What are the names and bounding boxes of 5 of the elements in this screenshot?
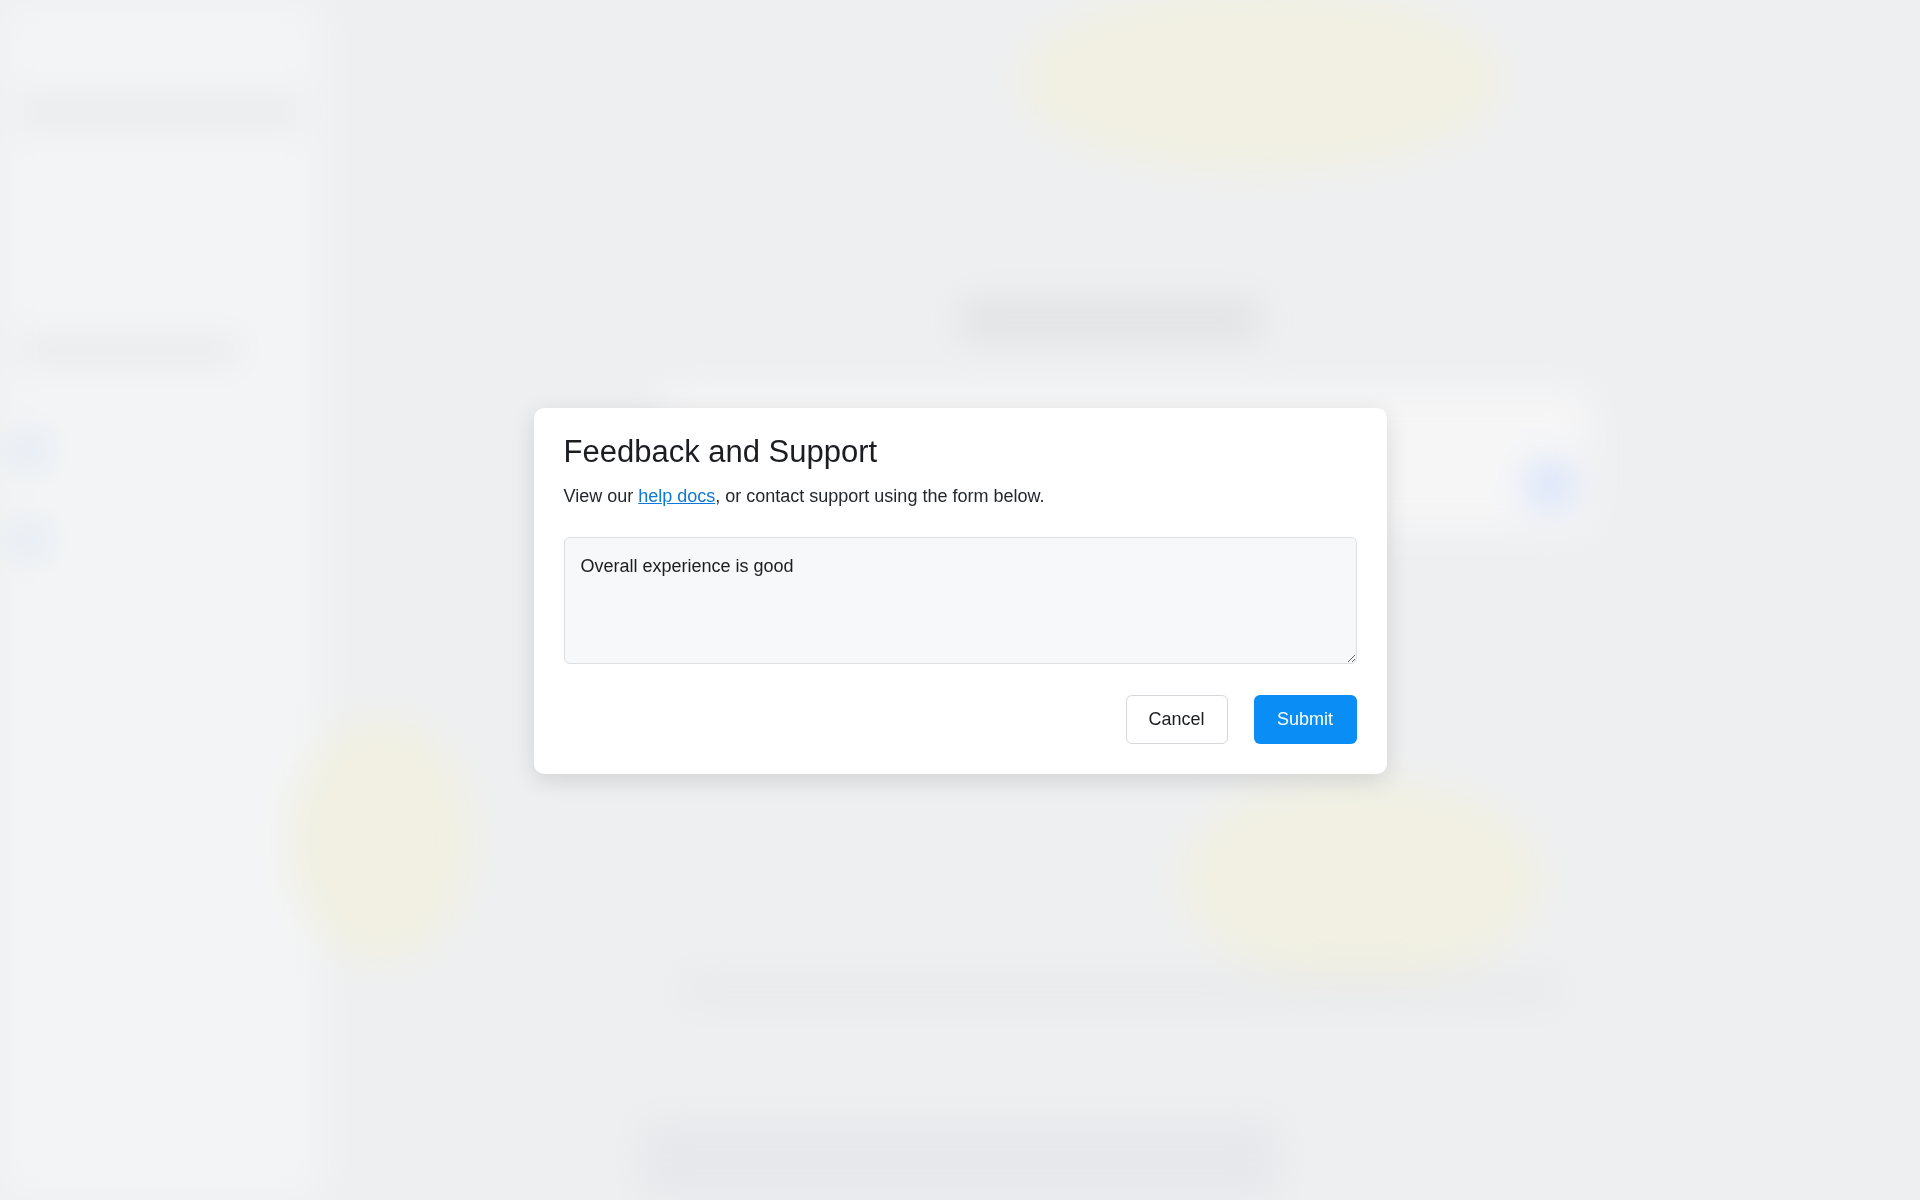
dialog-title: Feedback and Support xyxy=(563,434,879,470)
help-docs-link[interactable]: help docs xyxy=(638,486,716,506)
cancel-button[interactable]: Cancel xyxy=(1125,695,1228,744)
dialog-description: View our help docs, or contact support using the form below. xyxy=(563,486,1046,507)
feedback-field[interactable]: Overall experience is good xyxy=(563,537,1357,664)
